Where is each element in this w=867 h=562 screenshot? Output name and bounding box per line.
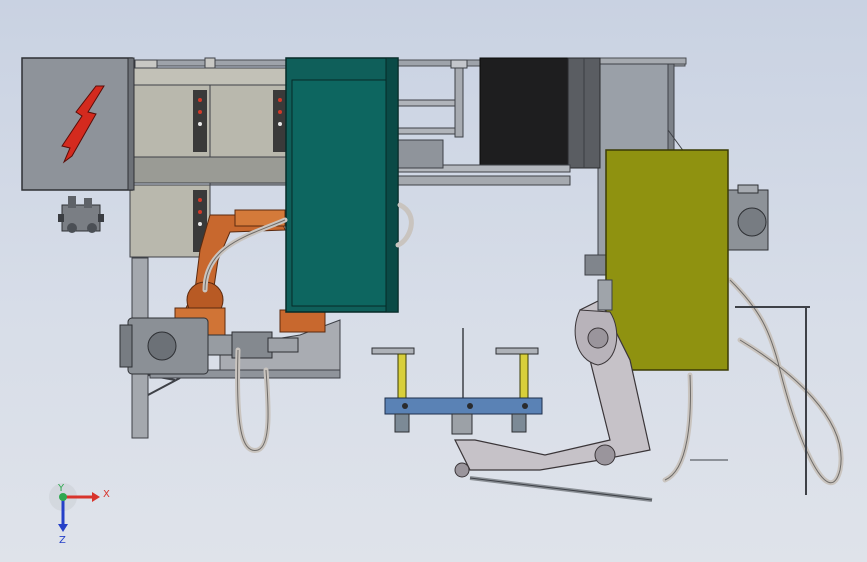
x-axis-label: X <box>103 489 110 500</box>
yellow-panel <box>605 149 729 371</box>
y-axis-label: Y <box>57 483 65 494</box>
valve-cluster <box>58 196 104 233</box>
blue-fixture-table <box>384 397 543 435</box>
electrical-cabinet <box>21 57 135 191</box>
cad-viewport[interactable]: X Y Z <box>0 0 867 562</box>
z-axis-label: Z <box>59 535 66 546</box>
teal-enclosure <box>285 57 399 313</box>
orientation-triad: X Y Z <box>49 483 110 546</box>
black-unit <box>479 57 601 169</box>
fixture-posts <box>371 328 539 400</box>
y-axis-dot <box>59 493 67 501</box>
